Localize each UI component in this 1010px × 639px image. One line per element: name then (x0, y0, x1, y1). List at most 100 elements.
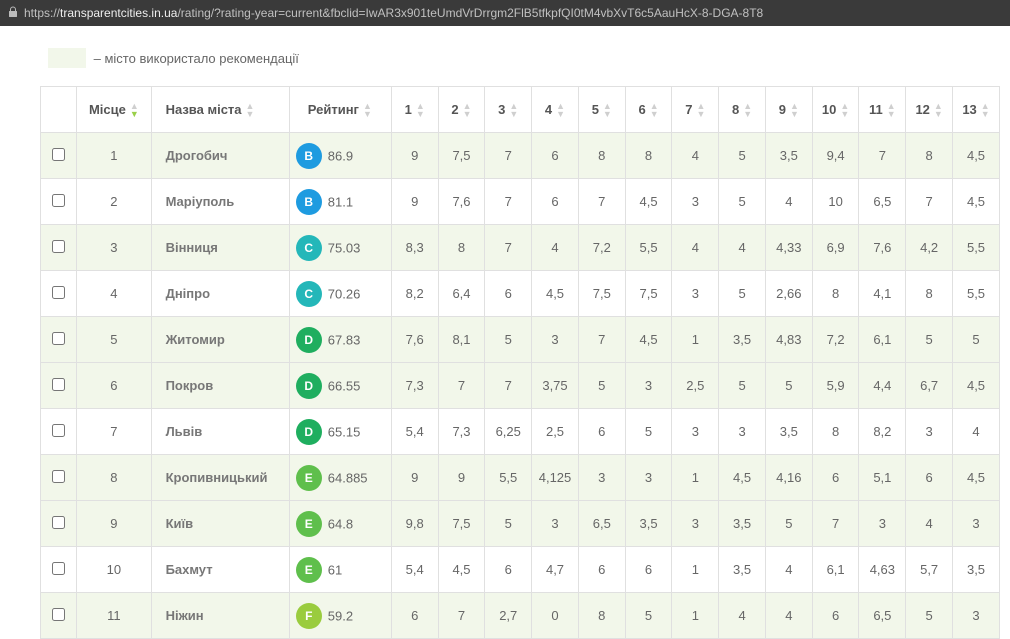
cell-place: 9 (77, 501, 151, 547)
sort-icon: ▲▼ (790, 102, 799, 118)
cell-metric-2: 9 (438, 455, 485, 501)
cell-metric-5: 3 (578, 455, 625, 501)
table-row: 11НіжинF59.2672,708514466,553 (41, 593, 1000, 639)
col-9[interactable]: 9▲▼ (765, 87, 812, 133)
cell-metric-9: 3,5 (765, 133, 812, 179)
cell-city-name[interactable]: Вінниця (151, 225, 289, 271)
cell-metric-10: 6,1 (812, 547, 859, 593)
col-rating-label: Рейтинг (308, 102, 359, 117)
row-checkbox[interactable] (52, 608, 65, 621)
ratings-table: Місце▲▼ Назва міста▲▼ Рейтинг▲▼ 1▲▼ 2▲▼ … (40, 86, 1000, 639)
cell-metric-6: 3 (625, 363, 672, 409)
row-checkbox[interactable] (52, 286, 65, 299)
cell-metric-1: 8,2 (391, 271, 438, 317)
cell-metric-2: 7,5 (438, 133, 485, 179)
cell-metric-12: 5 (906, 317, 953, 363)
cell-metric-13: 5 (953, 317, 1000, 363)
row-checkbox[interactable] (52, 194, 65, 207)
col-place[interactable]: Місце▲▼ (77, 87, 151, 133)
col-13[interactable]: 13▲▼ (953, 87, 1000, 133)
row-checkbox[interactable] (52, 148, 65, 161)
col-2[interactable]: 2▲▼ (438, 87, 485, 133)
col-8[interactable]: 8▲▼ (719, 87, 766, 133)
cell-metric-1: 8,3 (391, 225, 438, 271)
cell-metric-10: 5,9 (812, 363, 859, 409)
col-10[interactable]: 10▲▼ (812, 87, 859, 133)
cell-metric-4: 4,125 (532, 455, 579, 501)
cell-city-name[interactable]: Кропивницький (151, 455, 289, 501)
row-checkbox-cell (41, 455, 77, 501)
browser-url-bar[interactable]: https://transparentcities.in.ua/rating/?… (0, 0, 1010, 26)
cell-metric-3: 7 (485, 225, 532, 271)
cell-metric-10: 8 (812, 271, 859, 317)
cell-city-name[interactable]: Ніжин (151, 593, 289, 639)
row-checkbox[interactable] (52, 378, 65, 391)
col-12[interactable]: 12▲▼ (906, 87, 953, 133)
col-rating[interactable]: Рейтинг▲▼ (289, 87, 391, 133)
cell-metric-7: 3 (672, 409, 719, 455)
cell-metric-3: 6 (485, 547, 532, 593)
cell-metric-1: 5,4 (391, 547, 438, 593)
col-place-label: Місце (89, 102, 126, 117)
cell-metric-3: 6,25 (485, 409, 532, 455)
col-4[interactable]: 4▲▼ (532, 87, 579, 133)
cell-metric-6: 6 (625, 547, 672, 593)
cell-city-name[interactable]: Київ (151, 501, 289, 547)
row-checkbox[interactable] (52, 562, 65, 575)
cell-metric-3: 7 (485, 133, 532, 179)
cell-city-name[interactable]: Покров (151, 363, 289, 409)
cell-city-name[interactable]: Маріуполь (151, 179, 289, 225)
cell-city-name[interactable]: Житомир (151, 317, 289, 363)
table-row: 5ЖитомирD67.837,68,15374,513,54,837,26,1… (41, 317, 1000, 363)
row-checkbox[interactable] (52, 516, 65, 529)
cell-metric-5: 7 (578, 179, 625, 225)
table-row: 1ДрогобичB86.997,57688453,59,4784,5 (41, 133, 1000, 179)
cell-metric-13: 3 (953, 593, 1000, 639)
rating-value: 59.2 (328, 608, 353, 623)
cell-metric-6: 4,5 (625, 179, 672, 225)
table-row: 9КиївE64.89,87,5536,53,533,557343 (41, 501, 1000, 547)
cell-city-name[interactable]: Бахмут (151, 547, 289, 593)
col-11[interactable]: 11▲▼ (859, 87, 906, 133)
cell-city-name[interactable]: Дніпро (151, 271, 289, 317)
rating-value: 66.55 (328, 378, 361, 393)
col-5[interactable]: 5▲▼ (578, 87, 625, 133)
cell-metric-10: 7,2 (812, 317, 859, 363)
row-checkbox[interactable] (52, 424, 65, 437)
rating-value: 75.03 (328, 240, 361, 255)
col-7[interactable]: 7▲▼ (672, 87, 719, 133)
cell-metric-11: 4,63 (859, 547, 906, 593)
cell-metric-3: 5 (485, 317, 532, 363)
rating-value: 64.8 (328, 516, 353, 531)
col-1[interactable]: 1▲▼ (391, 87, 438, 133)
cell-place: 6 (77, 363, 151, 409)
sort-icon: ▲▼ (509, 102, 518, 118)
cell-city-name[interactable]: Дрогобич (151, 133, 289, 179)
col-3[interactable]: 3▲▼ (485, 87, 532, 133)
col-name[interactable]: Назва міста▲▼ (151, 87, 289, 133)
col-name-label: Назва міста (166, 102, 242, 117)
cell-metric-4: 4,7 (532, 547, 579, 593)
cell-metric-5: 7,2 (578, 225, 625, 271)
row-checkbox[interactable] (52, 240, 65, 253)
cell-metric-3: 2,7 (485, 593, 532, 639)
cell-metric-7: 3 (672, 501, 719, 547)
cell-metric-4: 6 (532, 179, 579, 225)
cell-metric-11: 4,1 (859, 271, 906, 317)
cell-rating: D66.55 (289, 363, 391, 409)
cell-city-name[interactable]: Львів (151, 409, 289, 455)
cell-metric-3: 5 (485, 501, 532, 547)
col-6[interactable]: 6▲▼ (625, 87, 672, 133)
cell-rating: D67.83 (289, 317, 391, 363)
cell-metric-7: 1 (672, 317, 719, 363)
cell-metric-6: 5 (625, 409, 672, 455)
row-checkbox[interactable] (52, 470, 65, 483)
rating-value: 86.9 (328, 148, 353, 163)
legend-text: – місто використало рекомендації (94, 51, 299, 66)
cell-place: 1 (77, 133, 151, 179)
cell-metric-3: 6 (485, 271, 532, 317)
row-checkbox-cell (41, 317, 77, 363)
sort-icon: ▲▼ (603, 102, 612, 118)
legend: – місто використало рекомендації (48, 48, 990, 68)
row-checkbox[interactable] (52, 332, 65, 345)
